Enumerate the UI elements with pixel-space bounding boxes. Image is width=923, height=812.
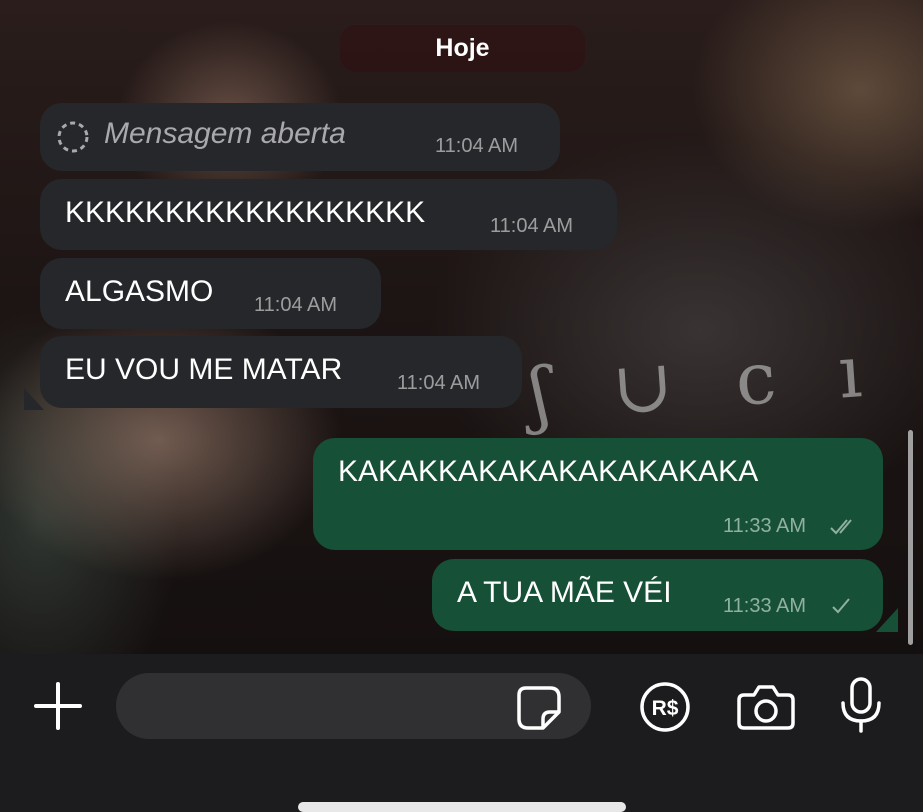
sticker-icon[interactable] [516,685,562,731]
message-bubble[interactable]: ALGASMO 11:04 AM [40,258,381,329]
message-bubble[interactable]: EU VOU ME MATAR 11:04 AM [40,336,522,408]
bubble-tail [24,388,44,410]
home-indicator [298,802,626,812]
message-text: KKKKKKKKKKKKKKKKKK [65,196,426,229]
message-text: EU VOU ME MATAR [65,353,343,386]
scrollbar[interactable] [908,430,913,645]
camera-icon[interactable] [736,683,796,731]
date-separator: Hoje [340,25,585,72]
bubble-tail [876,608,898,632]
message-time: 11:04 AM [254,294,338,316]
wallpaper-image: ʃ ∪ ϲ ı [527,327,885,437]
message-time: 11:33 AM [723,595,807,617]
message-bubble[interactable]: KKKKKKKKKKKKKKKKKK 11:04 AM [40,179,617,250]
microphone-icon[interactable] [838,676,884,734]
chat-area[interactable]: ʃ ∪ ϲ ı Hoje Mensagem aberta 11:04 AM KK… [0,0,923,654]
plus-icon[interactable] [33,681,83,731]
payment-icon[interactable]: R$ [639,681,691,733]
message-bubble-view-once[interactable]: Mensagem aberta 11:04 AM [40,103,560,171]
single-check-icon [832,598,850,614]
composer-toolbar: R$ [0,654,923,808]
message-time: 11:04 AM [435,135,519,157]
message-text: ALGASMO [65,275,214,308]
double-check-icon [830,519,852,535]
message-text: Mensagem aberta [104,117,346,150]
message-text: KAKAKKAKAKAKAKAKAKAKA [338,455,759,488]
message-time: 11:04 AM [490,215,574,237]
message-bubble-outgoing[interactable]: KAKAKKAKAKAKAKAKAKAKA 11:33 AM [313,438,883,550]
date-separator-label: Hoje [435,34,490,62]
message-time: 11:33 AM [723,515,807,537]
message-bubble-outgoing[interactable]: A TUA MÃE VÉI 11:33 AM [432,559,883,631]
message-text: A TUA MÃE VÉI [457,576,672,609]
view-once-opened-icon [57,121,89,153]
payment-icon-label: R$ [652,697,679,720]
message-time: 11:04 AM [397,372,481,394]
